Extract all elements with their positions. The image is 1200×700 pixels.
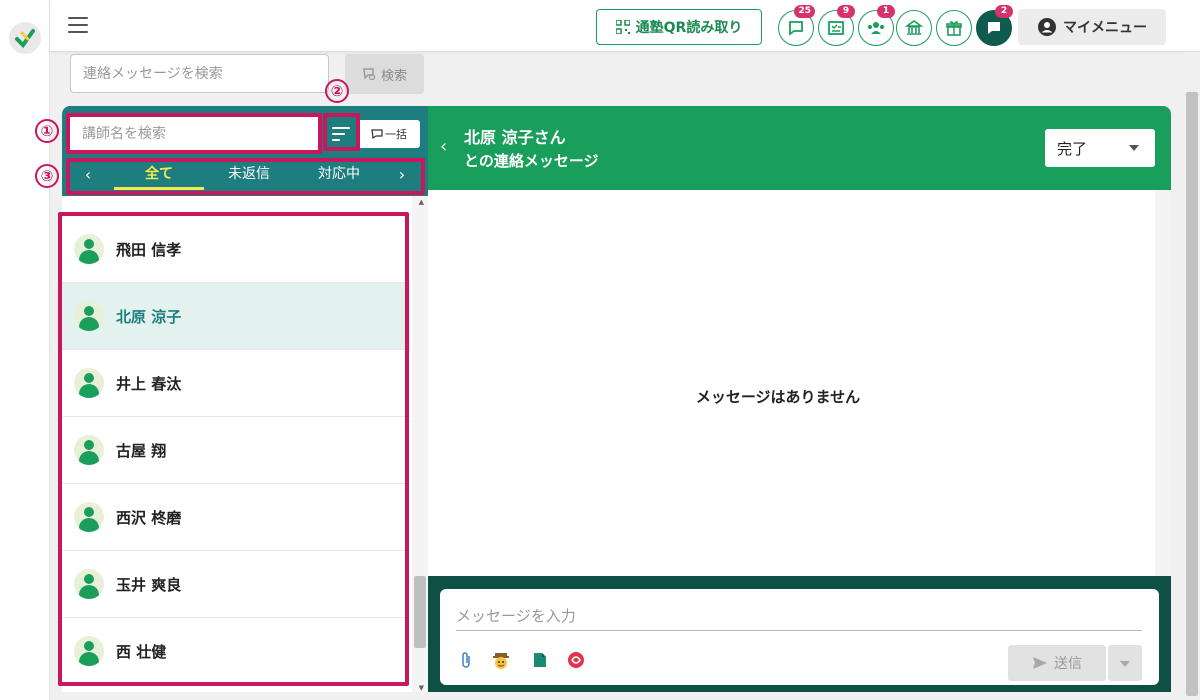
- teacher-row[interactable]: 井上 春汰: [62, 350, 410, 417]
- chat-button[interactable]: 2: [976, 5, 1013, 46]
- compose-box: 送信: [440, 589, 1159, 685]
- message-area: メッセージはありません: [428, 190, 1171, 576]
- tasks-button[interactable]: 9: [818, 5, 855, 46]
- tab-in-progress[interactable]: 対応中: [294, 158, 384, 190]
- tab-all[interactable]: 全て: [114, 158, 204, 190]
- caret-down-icon: [1129, 145, 1139, 151]
- teacher-row[interactable]: 古屋 翔: [62, 417, 410, 484]
- send-label: 送信: [1054, 656, 1082, 672]
- school-button[interactable]: [896, 10, 932, 46]
- bank-icon: [905, 20, 923, 35]
- message-scrollbar[interactable]: [1155, 190, 1171, 576]
- send-icon: [1033, 657, 1047, 669]
- bulk-action-button[interactable]: 一括: [358, 120, 420, 148]
- scroll-thumb[interactable]: [414, 576, 426, 648]
- status-select[interactable]: 完了: [1045, 129, 1155, 167]
- tab-unreplied[interactable]: 未返信: [204, 158, 294, 190]
- scroll-up-arrow-icon[interactable]: ▲: [419, 198, 424, 206]
- back-chevron-icon[interactable]: ‹: [440, 136, 447, 157]
- teacher-list: 飛田 信孝 北原 涼子 井上 春汰 古屋 翔 西沢 柊磨 玉井 爽良 西 壮健 …: [62, 196, 428, 692]
- qr-scan-button[interactable]: 通塾QR読み取り: [596, 9, 762, 45]
- messages-button[interactable]: 25: [778, 5, 815, 46]
- messages-badge: 25: [794, 5, 815, 18]
- scroll-down-arrow-icon[interactable]: ▼: [419, 684, 424, 692]
- group-button[interactable]: 1: [858, 5, 895, 46]
- hamburger-menu-icon[interactable]: [68, 17, 88, 33]
- empty-message-text: メッセージはありません: [695, 388, 861, 406]
- send-button[interactable]: 送信: [1008, 645, 1106, 681]
- file-icon[interactable]: [529, 649, 551, 671]
- person-avatar-icon: [74, 569, 104, 599]
- bulk-action-label: 一括: [385, 128, 407, 141]
- qr-code-icon: [615, 20, 630, 34]
- status-value: 完了: [1057, 139, 1088, 158]
- top-header: 通塾QR読み取り 25 9 1 2 マイメニュー: [50, 0, 1200, 52]
- teacher-row[interactable]: 西 壮健: [62, 618, 410, 685]
- teacher-row[interactable]: 玉井 爽良: [62, 551, 410, 618]
- conversation-title-name: 北原 涼子さん: [464, 128, 566, 147]
- comment-icon: [371, 129, 383, 140]
- group-icon: [868, 22, 884, 34]
- left-rail: [0, 0, 50, 700]
- teacher-list-scrollbar[interactable]: ▲ ▼: [412, 196, 428, 692]
- chat-bubble-icon: [789, 21, 803, 36]
- conversation-header: ‹ 北原 涼子さん との連絡メッセージ 完了: [428, 106, 1171, 190]
- teacher-row[interactable]: 北原 涼子: [62, 283, 410, 350]
- stamp-icon[interactable]: [490, 649, 512, 671]
- search-button-label: 検索: [380, 68, 407, 84]
- annotation-number-1: ①: [35, 119, 59, 143]
- app-logo-icon[interactable]: [9, 22, 41, 54]
- teacher-row[interactable]: 西沢 柊磨: [62, 484, 410, 551]
- tasks-badge: 9: [837, 5, 855, 18]
- person-avatar-icon: [74, 636, 104, 666]
- person-avatar-icon: [74, 368, 104, 398]
- teacher-name: 西 壮健: [116, 642, 167, 661]
- my-menu-button[interactable]: マイメニュー: [1018, 9, 1166, 45]
- teacher-name: 西沢 柊磨: [116, 508, 182, 527]
- chat-badge: 2: [995, 5, 1013, 18]
- person-avatar-icon: [74, 435, 104, 465]
- teacher-row[interactable]: 飛田 信孝: [62, 216, 410, 283]
- annotation-number-2: ②: [325, 79, 349, 103]
- tab-next-chevron-icon[interactable]: ›: [392, 165, 412, 185]
- person-avatar-icon: [74, 301, 104, 331]
- teacher-name: 玉井 爽良: [116, 575, 182, 594]
- gift-icon: [946, 21, 962, 36]
- compose-area: 送信: [428, 576, 1171, 692]
- teacher-name: 古屋 翔: [116, 441, 167, 460]
- person-avatar-icon: [74, 502, 104, 532]
- template-icon[interactable]: [565, 649, 587, 671]
- message-search-input[interactable]: [70, 54, 329, 93]
- conversation-title-sub: との連絡メッセージ: [464, 152, 599, 170]
- checklist-icon: [828, 21, 844, 35]
- teacher-search-input[interactable]: [70, 117, 318, 151]
- group-badge: 1: [877, 5, 895, 18]
- tab-prev-chevron-icon[interactable]: ‹: [78, 165, 98, 185]
- account-circle-icon: [1038, 18, 1056, 36]
- page-scrollbar[interactable]: [1184, 52, 1200, 700]
- sort-filter-icon[interactable]: [326, 117, 356, 151]
- teacher-name: 井上 春汰: [116, 374, 182, 393]
- search-icon: [363, 68, 376, 81]
- person-avatar-icon: [74, 234, 104, 264]
- status-tabs: ‹ 全て 未返信 対応中 ›: [62, 158, 428, 192]
- teacher-name: 北原 涼子: [116, 307, 182, 326]
- teacher-name: 飛田 信孝: [116, 240, 182, 259]
- annotation-number-3: ③: [35, 164, 59, 188]
- my-menu-label: マイメニュー: [1063, 20, 1147, 36]
- caret-down-icon: [1120, 661, 1130, 667]
- qr-scan-label: 通塾QR読み取り: [635, 20, 743, 36]
- teacher-list-panel: 一括 ‹ 全て 未返信 対応中 › 飛田 信孝 北原 涼子 井上 春汰 古屋 翔: [62, 106, 428, 692]
- attachment-icon[interactable]: [456, 649, 478, 671]
- send-options-dropdown[interactable]: [1108, 645, 1142, 681]
- page-scroll-thumb[interactable]: [1186, 92, 1198, 696]
- chat-filled-icon: [988, 22, 1000, 34]
- message-search-button[interactable]: 検索: [345, 54, 424, 94]
- teacher-list-header: 一括 ‹ 全て 未返信 対応中 ›: [62, 106, 428, 196]
- gift-button[interactable]: [936, 10, 972, 46]
- message-input[interactable]: [456, 601, 1142, 631]
- conversation-panel: ‹ 北原 涼子さん との連絡メッセージ 完了 メッセージはありません メッセージ…: [428, 106, 1171, 692]
